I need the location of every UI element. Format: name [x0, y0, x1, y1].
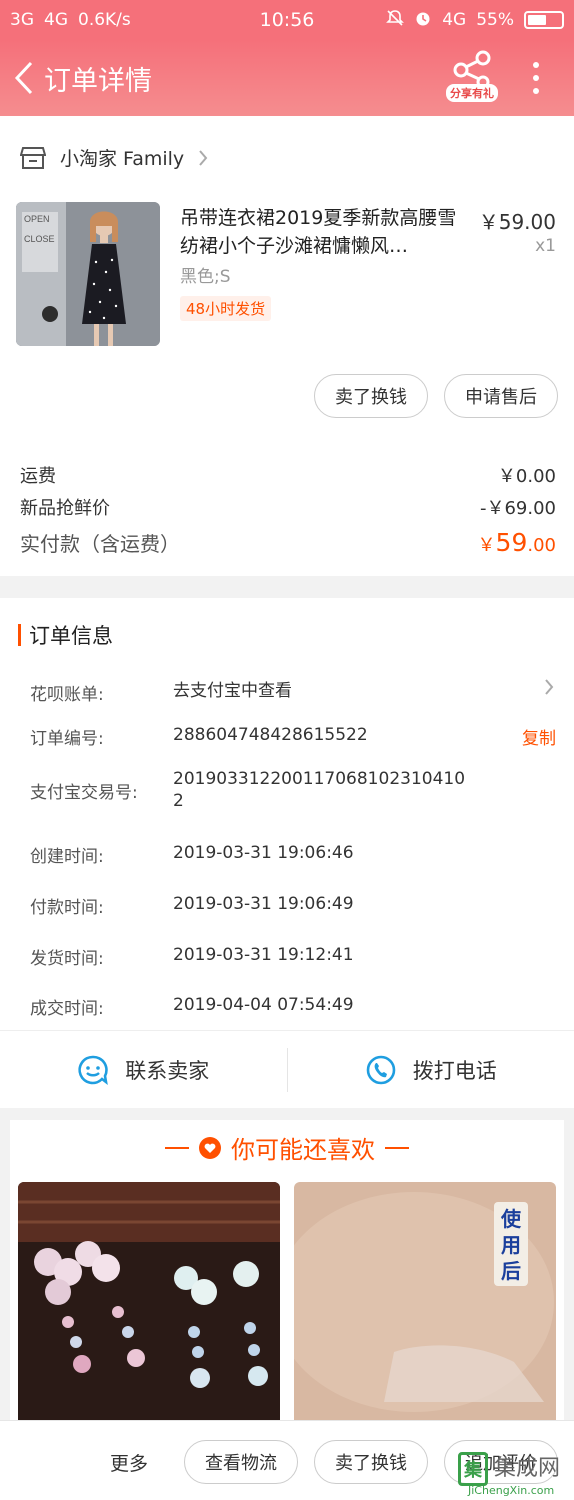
order-number: 288604748428615522 — [173, 725, 368, 745]
chevron-left-icon — [14, 61, 33, 95]
order-item-card: 小淘家 Family OPEN CLOSE 吊带连衣裙2019夏季新款高腰雪纺裙… — [0, 116, 574, 576]
order-info-card: 订单信息 花呗账单: 去支付宝中查看 订单编号: 288604748428615… — [0, 598, 574, 1030]
call-phone-label: 拨打电话 — [412, 1058, 497, 1083]
watermark-logo: 集 集成网 JiChengXin.com — [458, 1448, 570, 1498]
product-quantity: x1 — [535, 236, 556, 256]
info-label: 成交时间: — [30, 999, 104, 1019]
decor-line — [165, 1146, 189, 1149]
discount-row: 新品抢鲜价 -￥69.00 — [20, 494, 556, 520]
store-icon — [20, 146, 46, 169]
info-value: 2019-03-31 19:06:49 — [173, 894, 354, 914]
view-logistics-button[interactable]: 查看物流 — [184, 1440, 298, 1484]
info-label: 创建时间: — [30, 847, 104, 867]
more-actions-button[interactable]: 更多 — [110, 1449, 148, 1476]
heart-icon — [199, 1136, 221, 1159]
overlay-char: 用 — [501, 1233, 521, 1257]
share-icon — [453, 50, 491, 88]
chevron-right-icon — [544, 678, 554, 701]
dot — [533, 88, 539, 94]
contact-bar: 联系卖家 拨打电话 — [0, 1030, 574, 1108]
decor-line — [385, 1146, 409, 1149]
alarm-icon — [414, 9, 432, 32]
sell-button[interactable]: 卖了换钱 — [314, 374, 428, 418]
shipping-tag: 48小时发货 — [180, 296, 272, 321]
watermark-icon: 集 — [458, 1452, 488, 1486]
product-sku: 黑色;S — [180, 267, 231, 287]
shop-name: 小淘家 Family — [60, 148, 185, 170]
shop-link[interactable]: 小淘家 Family — [20, 144, 208, 171]
battery-percent: 55% — [476, 10, 514, 30]
info-value: 2019-03-31 19:12:41 — [173, 945, 354, 965]
status-bar: 3G 4G 0.6K/s 10:56 4G 55% — [0, 0, 574, 40]
chevron-right-icon — [199, 149, 208, 166]
info-label: 发货时间: — [30, 949, 104, 969]
overlay-char: 后 — [501, 1259, 521, 1283]
chat-face-icon — [78, 1055, 109, 1085]
after-sale-button[interactable]: 申请售后 — [444, 374, 558, 418]
back-button[interactable] — [4, 40, 44, 116]
overlay-char: 使 — [500, 1207, 522, 1231]
recommended-product-image[interactable]: 使 用 后 — [294, 1182, 556, 1420]
share-button[interactable]: 分享有礼 — [444, 50, 500, 106]
network-indicator: 4G — [442, 10, 467, 30]
order-info-heading: 订单信息 — [18, 620, 113, 650]
recommendations-section: 你可能还喜欢 使 用 后 — [10, 1120, 564, 1420]
product-thumbnail[interactable]: OPEN CLOSE — [16, 202, 160, 346]
total-integer: 59 — [495, 528, 528, 557]
recommendations-title: 你可能还喜欢 — [231, 1136, 375, 1164]
total-amount: ￥59.00 — [478, 528, 556, 557]
sign-text: CLOSE — [24, 234, 55, 244]
contact-seller-button[interactable]: 联系卖家 — [0, 1031, 287, 1108]
sell-button[interactable]: 卖了换钱 — [314, 1440, 428, 1484]
total-row: 实付款（含运费） ￥59.00 — [20, 528, 556, 557]
shipping-fee-row: 运费 ￥0.00 — [20, 462, 556, 488]
recommendations-heading: 你可能还喜欢 — [10, 1130, 564, 1165]
section-title: 订单信息 — [29, 624, 113, 648]
watermark-name: 集成网 — [494, 1456, 561, 1481]
info-label: 付款时间: — [30, 898, 104, 918]
fee-label: 新品抢鲜价 — [20, 498, 110, 519]
info-value: 2019-03-31 19:06:46 — [173, 843, 354, 863]
copy-button[interactable]: 复制 — [522, 724, 556, 749]
page-title: 订单详情 — [44, 65, 152, 97]
fee-value: ￥0.00 — [497, 466, 556, 487]
share-badge: 分享有礼 — [446, 84, 498, 102]
info-value: 2019-04-04 07:54:49 — [173, 995, 354, 1015]
fee-label: 运费 — [20, 466, 56, 487]
recommended-product-image[interactable] — [18, 1182, 280, 1420]
info-label: 支付宝交易号: — [30, 783, 138, 803]
fee-value: -￥69.00 — [479, 498, 556, 519]
total-decimal: .00 — [527, 535, 556, 556]
product-title[interactable]: 吊带连衣裙2019夏季新款高腰雪纺裙小个子沙滩裙慵懒风… — [180, 204, 462, 260]
more-menu-button[interactable] — [524, 58, 548, 98]
currency-symbol: ￥ — [477, 535, 496, 556]
alipay-number: 2019033122001170681023104102 — [173, 769, 466, 811]
contact-seller-label: 联系卖家 — [125, 1058, 210, 1083]
phone-icon — [366, 1055, 396, 1084]
nav-bar: 订单详情 分享有礼 — [0, 40, 574, 116]
battery-icon — [524, 11, 564, 29]
sign-text: OPEN — [24, 214, 50, 224]
total-label: 实付款（含运费） — [20, 532, 180, 556]
dot — [533, 75, 539, 81]
info-value: 去支付宝中查看 — [173, 681, 292, 701]
dot — [533, 62, 539, 68]
call-phone-button[interactable]: 拨打电话 — [288, 1031, 574, 1108]
mute-icon — [386, 9, 405, 32]
info-label: 花呗账单: — [30, 685, 104, 705]
watermark-url: JiChengXin.com — [468, 1484, 555, 1497]
product-price: ￥59.00 — [478, 210, 556, 234]
info-label: 订单编号: — [30, 729, 104, 749]
heading-accent — [18, 624, 21, 646]
